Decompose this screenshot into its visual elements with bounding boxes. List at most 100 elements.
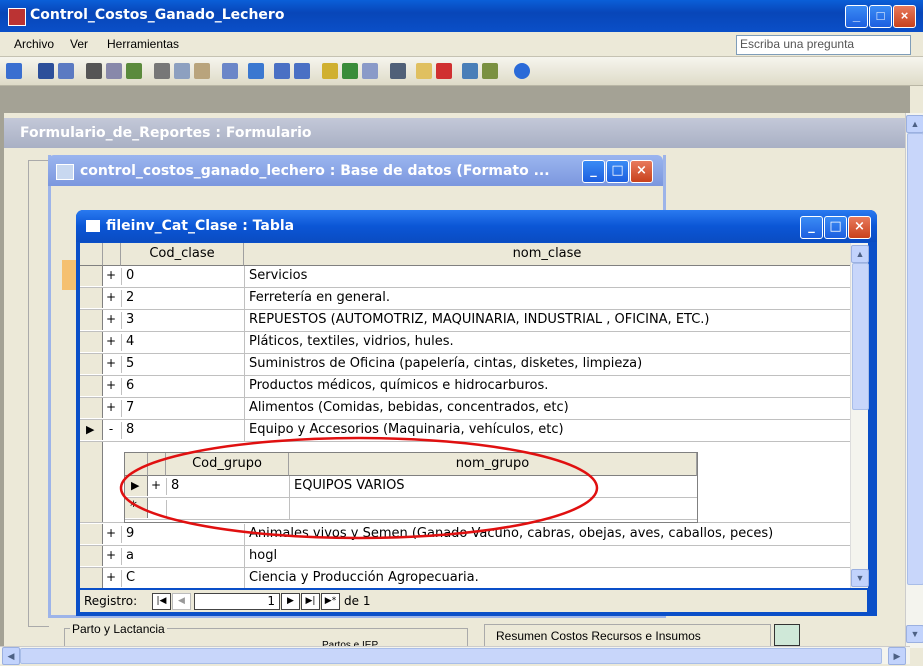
cell-cod-clase[interactable]: 3 <box>121 312 246 329</box>
cell-cod-clase[interactable]: 4 <box>121 334 246 351</box>
new-record-nav-icon[interactable]: ▶* <box>321 593 340 610</box>
expand-icon[interactable]: + <box>105 268 117 282</box>
row-selector[interactable] <box>80 310 103 330</box>
row-selector[interactable] <box>80 398 103 418</box>
find-icon[interactable] <box>390 63 406 79</box>
cell-cod-clase[interactable]: 7 <box>121 400 246 417</box>
delete-record-icon[interactable] <box>436 63 452 79</box>
column-header-cod-clase[interactable]: Cod_clase <box>121 243 244 266</box>
row-selector[interactable] <box>80 332 103 352</box>
last-record-icon[interactable]: ▶| <box>301 593 320 610</box>
expand-icon[interactable]: + <box>105 290 117 304</box>
table-close-icon[interactable]: × <box>848 216 871 239</box>
menu-herramientas[interactable]: Herramientas <box>107 37 179 51</box>
table-vertical-scrollbar[interactable]: ▲ ▼ <box>850 243 869 588</box>
apply-filter-icon[interactable] <box>362 63 378 79</box>
undo-icon[interactable] <box>222 63 238 79</box>
print-icon[interactable] <box>86 63 102 79</box>
scroll-left-icon[interactable]: ◀ <box>2 647 20 665</box>
cell-nom-clase[interactable]: Ferretería en general. <box>244 288 390 310</box>
search-file-icon[interactable] <box>58 63 74 79</box>
table-window-title-bar[interactable]: fileinv_Cat_Clase : Tabla _ □ × <box>76 210 877 242</box>
expand-icon[interactable]: + <box>105 570 117 584</box>
close-icon[interactable]: × <box>893 5 916 28</box>
cell-cod-clase[interactable]: 2 <box>121 290 246 307</box>
cut-icon[interactable] <box>154 63 170 79</box>
row-selector-current[interactable]: ▶ <box>80 420 103 440</box>
expand-icon[interactable]: + <box>105 400 117 414</box>
cell-nom-clase[interactable]: Alimentos (Comidas, bebidas, concentrado… <box>244 398 569 420</box>
filter-by-selection-icon[interactable] <box>322 63 338 79</box>
expand-icon[interactable]: + <box>105 378 117 392</box>
cell-nom-clase[interactable]: Suministros de Oficina (papelería, cinta… <box>244 354 642 376</box>
db-maximize-icon[interactable]: □ <box>606 160 629 183</box>
expand-icon[interactable]: + <box>105 312 117 326</box>
form-window-title-bar[interactable]: Formulario_de_Reportes : Formulario <box>4 118 909 148</box>
ask-question-input[interactable]: Escriba una pregunta <box>736 35 911 55</box>
current-record-field[interactable]: 1 <box>194 593 280 610</box>
new-object-icon[interactable] <box>482 63 498 79</box>
previous-record-icon[interactable]: ◀ <box>172 593 191 610</box>
select-all-header[interactable] <box>80 243 103 266</box>
copy-icon[interactable] <box>174 63 190 79</box>
report-button-icon[interactable] <box>774 624 800 646</box>
cell-nom-clase[interactable]: Servicios <box>244 266 307 288</box>
view-icon[interactable] <box>6 63 22 79</box>
db-minimize-icon[interactable]: _ <box>582 160 605 183</box>
paste-icon[interactable] <box>194 63 210 79</box>
row-selector[interactable] <box>80 376 103 396</box>
scroll-thumb[interactable] <box>852 263 869 410</box>
table-row[interactable]: +7 Alimentos (Comidas, bebidas, concentra… <box>80 398 850 420</box>
minimize-icon[interactable]: _ <box>845 5 868 28</box>
database-window-icon[interactable] <box>462 63 478 79</box>
table-maximize-icon[interactable]: □ <box>824 216 847 239</box>
table-row[interactable]: +0 Servicios <box>80 266 850 288</box>
cell-nom-clase[interactable]: Productos médicos, químicos e hidrocarbu… <box>244 376 548 398</box>
horizontal-scroll-thumb[interactable] <box>20 648 882 664</box>
form-scroll-thumb[interactable] <box>907 133 923 585</box>
table-row[interactable]: +3 REPUESTOS (AUTOMOTRIZ, MAQUINARIA, IND… <box>80 310 850 332</box>
spelling-icon[interactable] <box>126 63 142 79</box>
form-scroll-down-icon[interactable]: ▼ <box>906 625 923 643</box>
expand-icon[interactable]: + <box>105 334 117 348</box>
db-selected-item[interactable] <box>62 260 76 290</box>
next-record-icon[interactable]: ▶ <box>281 593 300 610</box>
row-selector[interactable] <box>80 524 103 544</box>
cell-nom-clase[interactable]: Pláticos, textiles, vidrios, hules. <box>244 332 454 354</box>
table-row[interactable]: + C Ciencia y Producción Agropecuaria. <box>80 568 850 588</box>
hyperlink-icon[interactable] <box>248 63 264 79</box>
expand-icon[interactable]: + <box>105 356 117 370</box>
scroll-down-icon[interactable]: ▼ <box>851 569 869 587</box>
row-selector[interactable] <box>80 288 103 308</box>
cell-cod-clase[interactable]: C <box>121 570 246 587</box>
column-header-nom-clase[interactable]: nom_clase <box>244 243 850 266</box>
row-selector[interactable] <box>80 546 103 566</box>
table-row[interactable]: +2 Ferretería en general. <box>80 288 850 310</box>
cell-cod-clase[interactable]: 0 <box>121 268 246 285</box>
table-minimize-icon[interactable]: _ <box>800 216 823 239</box>
filter-by-form-icon[interactable] <box>342 63 358 79</box>
expand-icon[interactable]: + <box>105 548 117 562</box>
form-horizontal-scrollbar[interactable]: ◀ ▶ <box>0 646 910 665</box>
table-row[interactable]: +4 Pláticos, textiles, vidrios, hules. <box>80 332 850 354</box>
row-selector[interactable] <box>80 354 103 374</box>
access-app-icon[interactable] <box>8 8 26 26</box>
cell-nom-clase[interactable]: Ciencia y Producción Agropecuaria. <box>244 568 479 588</box>
row-selector[interactable] <box>80 568 103 588</box>
cell-nom-clase[interactable]: REPUESTOS (AUTOMOTRIZ, MAQUINARIA, INDUS… <box>244 310 710 332</box>
scroll-right-icon[interactable]: ▶ <box>888 647 906 665</box>
new-record-icon[interactable] <box>416 63 432 79</box>
cell-cod-clase[interactable]: 5 <box>121 356 246 373</box>
menu-ver[interactable]: Ver <box>70 37 88 51</box>
first-record-icon[interactable]: |◀ <box>152 593 171 610</box>
cell-cod-clase[interactable]: 6 <box>121 378 246 395</box>
sort-descending-icon[interactable] <box>294 63 310 79</box>
scroll-up-icon[interactable]: ▲ <box>851 245 869 263</box>
help-icon[interactable] <box>514 63 530 79</box>
form-scroll-up-icon[interactable]: ▲ <box>906 115 923 133</box>
table-row[interactable]: +5 Suministros de Oficina (papelería, cin… <box>80 354 850 376</box>
db-close-icon[interactable]: × <box>630 160 653 183</box>
row-selector[interactable] <box>80 266 103 286</box>
database-window-title-bar[interactable]: control_costos_ganado_lechero : Base de … <box>48 155 663 186</box>
resumen-costos-label[interactable]: Resumen Costos Recursos e Insumos <box>496 629 701 643</box>
